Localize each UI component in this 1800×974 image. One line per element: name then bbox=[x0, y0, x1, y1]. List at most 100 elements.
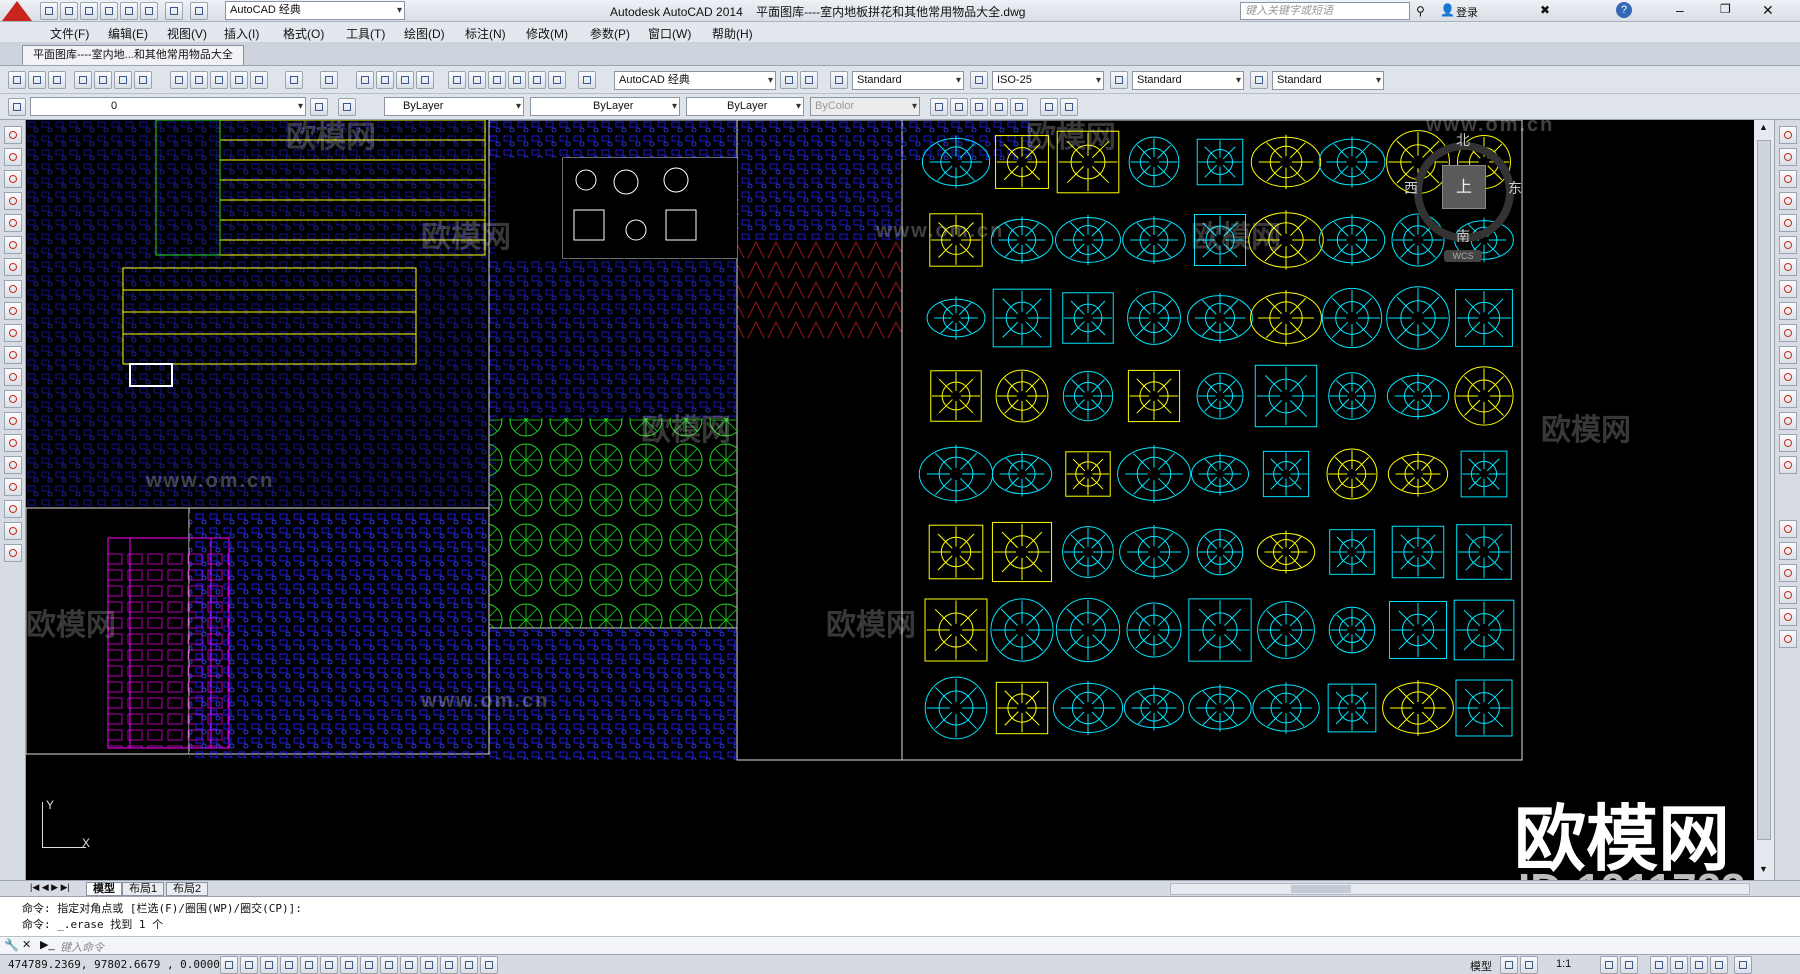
table-icon[interactable] bbox=[4, 500, 22, 518]
tab-model[interactable]: 模型 bbox=[86, 882, 122, 896]
save-file-icon[interactable] bbox=[48, 71, 66, 89]
drawing-canvas[interactable]: 上 北 南 西 东 WCS Y X 欧模网 欧模网 欧模网 欧模网 欧模网 欧模… bbox=[26, 120, 1754, 880]
copy-obj-icon[interactable] bbox=[1779, 148, 1797, 166]
spline-icon[interactable] bbox=[4, 302, 22, 320]
viewcube-south[interactable]: 南 bbox=[1456, 226, 1470, 246]
doc-tab[interactable]: 平面图库----室内地...和其他常用物品大全 bbox=[22, 45, 244, 65]
color-select[interactable]: ByLayer bbox=[384, 97, 524, 116]
command-input[interactable]: 键入命令 bbox=[60, 939, 1740, 954]
publish-icon[interactable] bbox=[114, 71, 132, 89]
search-box[interactable]: 键入关键字或短语 bbox=[1240, 2, 1410, 20]
explode-icon[interactable] bbox=[1779, 456, 1797, 474]
new-icon[interactable] bbox=[40, 2, 58, 20]
viewcube-north[interactable]: 北 bbox=[1456, 130, 1470, 150]
chamfer-icon[interactable] bbox=[1779, 412, 1797, 430]
help-tb-icon[interactable] bbox=[578, 71, 596, 89]
quadrant-icon[interactable] bbox=[1779, 630, 1797, 648]
point-icon[interactable] bbox=[4, 412, 22, 430]
endpoint-icon[interactable] bbox=[1779, 542, 1797, 560]
layer-select[interactable]: 0 bbox=[30, 97, 306, 116]
menu-help[interactable]: 帮助(H) bbox=[712, 25, 753, 42]
rectangle-icon[interactable] bbox=[4, 214, 22, 232]
lineweight-toggle-icon[interactable] bbox=[420, 956, 438, 974]
layer-freeze-icon[interactable] bbox=[990, 98, 1008, 116]
open-file-icon[interactable] bbox=[28, 71, 46, 89]
mirror-icon[interactable] bbox=[1779, 170, 1797, 188]
undo-icon[interactable] bbox=[165, 2, 183, 20]
trim-icon[interactable] bbox=[1779, 324, 1797, 342]
viewcube-face[interactable]: 上 bbox=[1442, 165, 1486, 209]
tab-layout2[interactable]: 布局2 bbox=[166, 882, 209, 896]
paste-icon[interactable] bbox=[210, 71, 228, 89]
lock-icon[interactable] bbox=[1670, 956, 1688, 974]
erase-icon[interactable] bbox=[1779, 126, 1797, 144]
markup-icon[interactable] bbox=[528, 71, 546, 89]
login-link[interactable]: 登录 bbox=[1456, 4, 1478, 20]
make-block-icon[interactable] bbox=[4, 390, 22, 408]
fillet-icon[interactable] bbox=[1779, 434, 1797, 452]
restore-button[interactable]: ❐ bbox=[1720, 2, 1731, 16]
dim-style-icon[interactable] bbox=[970, 71, 988, 89]
hscroll-thumb[interactable] bbox=[1291, 885, 1351, 893]
ortho-mode-icon[interactable] bbox=[280, 956, 298, 974]
minimize-button[interactable]: – bbox=[1676, 2, 1684, 18]
quick-view-layouts-icon[interactable] bbox=[1500, 956, 1518, 974]
polar-tracking-icon[interactable] bbox=[300, 956, 318, 974]
polyline-icon[interactable] bbox=[4, 170, 22, 188]
tab-nav-icon[interactable]: |◀ ◀ ▶ ▶| bbox=[30, 882, 70, 893]
object-snap-icon[interactable] bbox=[320, 956, 338, 974]
text-style-icon[interactable] bbox=[830, 71, 848, 89]
close-cmd-icon[interactable]: ✕ bbox=[22, 938, 31, 951]
save-icon[interactable] bbox=[80, 2, 98, 20]
menu-edit[interactable]: 编辑(E) bbox=[108, 25, 148, 42]
scroll-up-icon[interactable]: ▲ bbox=[1759, 122, 1768, 132]
binoculars-icon[interactable]: ⚲ bbox=[1416, 4, 1425, 18]
midpoint-icon[interactable] bbox=[1779, 564, 1797, 582]
menu-parametric[interactable]: 参数(P) bbox=[590, 25, 630, 42]
zoom-realtime-icon[interactable] bbox=[376, 71, 394, 89]
menu-insert[interactable]: 插入(I) bbox=[224, 25, 259, 42]
break-icon[interactable] bbox=[1779, 368, 1797, 386]
annotation-scale[interactable]: 1:1 bbox=[1556, 958, 1571, 970]
ellipse-arc-icon[interactable] bbox=[4, 346, 22, 364]
clean-screen-icon[interactable] bbox=[1734, 956, 1752, 974]
layer-unlock-icon[interactable] bbox=[1040, 98, 1058, 116]
viewcube[interactable]: 上 北 南 西 东 bbox=[1404, 130, 1524, 250]
scale-icon[interactable] bbox=[1779, 280, 1797, 298]
viewcube-west[interactable]: 西 bbox=[1404, 178, 1418, 198]
insert-block-icon[interactable] bbox=[4, 368, 22, 386]
otrack-icon[interactable] bbox=[360, 956, 378, 974]
hatch-icon[interactable] bbox=[4, 434, 22, 452]
mleader-style-icon[interactable] bbox=[1250, 71, 1268, 89]
ducs-icon[interactable] bbox=[380, 956, 398, 974]
horizontal-scrollbar[interactable] bbox=[1170, 883, 1750, 895]
menu-dimension[interactable]: 标注(N) bbox=[465, 25, 506, 42]
mtext-icon[interactable] bbox=[4, 522, 22, 540]
toolpalettes-icon[interactable] bbox=[488, 71, 506, 89]
customize-icon[interactable] bbox=[800, 71, 818, 89]
line-icon[interactable] bbox=[4, 126, 22, 144]
vertical-scrollbar[interactable]: ▲ ▼ bbox=[1754, 120, 1774, 880]
plot-icon[interactable] bbox=[120, 2, 138, 20]
viewcube-east[interactable]: 东 bbox=[1508, 178, 1522, 198]
zoom-previous-icon[interactable] bbox=[416, 71, 434, 89]
grid-display-icon[interactable] bbox=[260, 956, 278, 974]
open-icon[interactable] bbox=[60, 2, 78, 20]
snap-mode-icon[interactable] bbox=[240, 956, 258, 974]
table-style-select[interactable]: Standard bbox=[1132, 71, 1244, 90]
layer-delete-icon[interactable] bbox=[1060, 98, 1078, 116]
3dprint-icon[interactable] bbox=[134, 71, 152, 89]
selection-cycling-icon[interactable] bbox=[480, 956, 498, 974]
undo-tb-icon[interactable] bbox=[285, 71, 303, 89]
infer-constraints-icon[interactable] bbox=[220, 956, 238, 974]
layer-off-icon[interactable] bbox=[970, 98, 988, 116]
print-icon[interactable] bbox=[140, 2, 158, 20]
layer-manager-icon[interactable] bbox=[8, 98, 26, 116]
menu-tools[interactable]: 工具(T) bbox=[346, 25, 385, 42]
menu-modify[interactable]: 修改(M) bbox=[526, 25, 568, 42]
menu-draw[interactable]: 绘图(D) bbox=[404, 25, 445, 42]
hardware-accel-icon[interactable] bbox=[1690, 956, 1708, 974]
close-button[interactable]: ✕ bbox=[1762, 2, 1774, 19]
array-icon[interactable] bbox=[1779, 214, 1797, 232]
quick-view-drawings-icon[interactable] bbox=[1520, 956, 1538, 974]
